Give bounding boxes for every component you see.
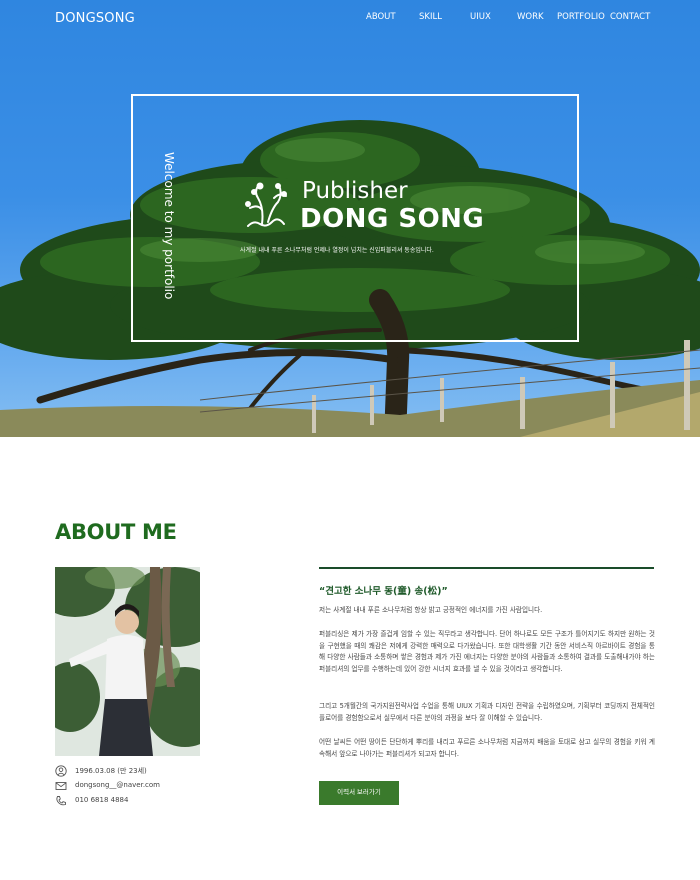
info-email: dongsong__@naver.com (55, 780, 255, 793)
nav-item-contact[interactable]: CONTACT (610, 12, 650, 22)
top-navigation: DONGSONG ABOUT SKILL UIUX WORK PORTFOLIO… (0, 0, 700, 36)
nav-item-portfolio[interactable]: PORTFOLIO (557, 12, 605, 22)
mail-icon (55, 782, 67, 790)
hero-title-line2: DONG SONG (300, 204, 485, 234)
hero-title-line1: Publisher (302, 178, 408, 204)
user-icon (55, 765, 67, 777)
profile-photo (55, 567, 200, 756)
birthdate-text: 1996.03.08 (만 23세) (75, 767, 147, 775)
about-paragraph-1: 저는 사계절 내내 푸른 소나무처럼 항상 밝고 긍정적인 에너지를 가진 사람… (319, 606, 543, 614)
nav-item-uiux[interactable]: UIUX (470, 12, 491, 22)
about-quote: “견고한 소나무 동(童) 송(松)” (319, 586, 448, 597)
nav-item-skill[interactable]: SKILL (419, 12, 442, 22)
info-birthdate: 1996.03.08 (만 23세) (55, 765, 255, 778)
about-paragraph-4: 어떤 날씨든 어떤 땅이든 단단하게 뿌리를 내리고 푸르른 소나무처럼 지금까… (319, 738, 655, 758)
email-text[interactable]: dongsong__@naver.com (75, 781, 160, 789)
view-resume-button[interactable]: 이력서 보러가기 (319, 781, 399, 805)
phone-text: 010 6818 4884 (75, 796, 129, 804)
pine-tree-emblem-icon (245, 182, 287, 227)
about-paragraph-3: 그리고 5개월간의 국가지원전략사업 수업을 통해 UIUX 기획과 디자인 전… (319, 702, 655, 722)
hero-section: DONGSONG ABOUT SKILL UIUX WORK PORTFOLIO… (0, 0, 700, 437)
about-title: ABOUT ME (55, 520, 177, 544)
welcome-side-text: Welcome to my portfolio (162, 152, 176, 300)
hero-tagline: 사계절 내내 푸른 소나무처럼 언제나 열정이 넘치는 신입퍼블리셔 동송입니다… (240, 247, 434, 254)
phone-icon (56, 796, 66, 806)
nav-item-about[interactable]: ABOUT (366, 12, 396, 22)
nav-menu: ABOUT SKILL UIUX WORK PORTFOLIO CONTACT (0, 12, 700, 26)
about-paragraph-2: 퍼블리싱은 제가 가장 즐겁게 임할 수 있는 직무라고 생각합니다. 단어 하… (319, 630, 655, 673)
about-divider (319, 567, 654, 569)
nav-item-work[interactable]: WORK (517, 12, 544, 22)
info-phone: 010 6818 4884 (55, 795, 255, 808)
